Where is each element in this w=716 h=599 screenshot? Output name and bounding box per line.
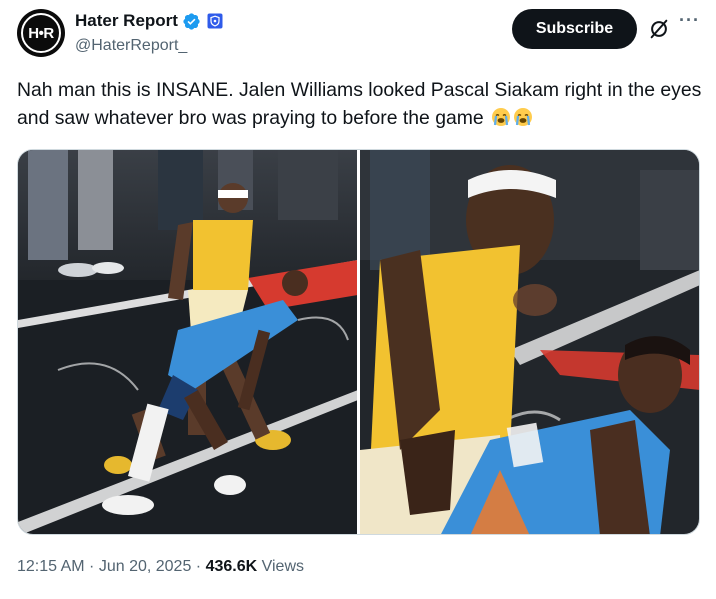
photo-closeup[interactable] — [360, 150, 699, 534]
verified-badge-icon[interactable] — [182, 12, 201, 31]
handle[interactable]: @HaterReport_ — [75, 37, 223, 55]
display-name[interactable]: Hater Report — [75, 11, 178, 31]
avatar[interactable]: H•R — [17, 9, 65, 57]
display-name-row: Hater Report — [75, 10, 223, 32]
loudly-crying-face-icon — [492, 108, 511, 126]
tweet-meta: 12:15 AM · Jun 20, 2025 · 436.6K Views — [17, 558, 304, 576]
tweet-time[interactable]: 12:15 AM — [17, 558, 85, 575]
views-label: Views — [257, 558, 305, 575]
photo-wide-shot[interactable] — [18, 150, 357, 534]
meta-separator: · — [84, 558, 99, 575]
meta-separator: · — [191, 558, 206, 575]
tweet-text: Nah man this is INSANE. Jalen Williams l… — [17, 76, 707, 132]
grok-icon[interactable] — [648, 18, 670, 40]
tweet-body: Nah man this is INSANE. Jalen Williams l… — [17, 79, 702, 129]
subscribe-button[interactable]: Subscribe — [512, 9, 637, 49]
tweet-media — [17, 149, 700, 535]
more-options-icon[interactable]: ··· — [679, 11, 701, 36]
affiliate-badge-icon[interactable] — [207, 13, 223, 29]
author-names: Hater Report @HaterReport_ — [75, 10, 223, 55]
views-count: 436.6K — [205, 558, 258, 575]
loudly-crying-face-icon — [514, 108, 533, 126]
tweet-header: H•R Hater Report @HaterReport_ Subscribe… — [17, 6, 701, 62]
avatar-logo: H•R — [21, 13, 61, 53]
tweet-date[interactable]: Jun 20, 2025 — [99, 558, 192, 575]
